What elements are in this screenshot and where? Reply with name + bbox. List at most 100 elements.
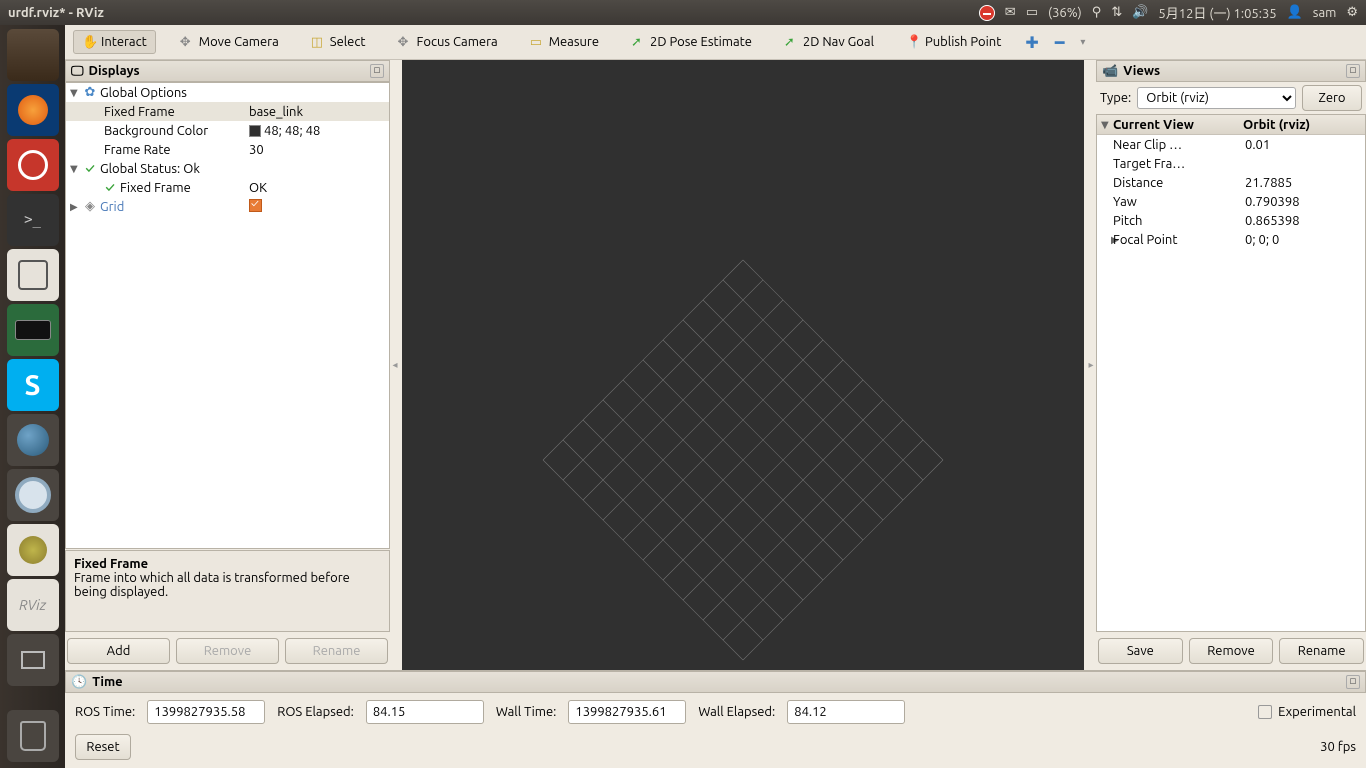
tree-global-status[interactable]: ▼✓ Global Status: Ok bbox=[66, 159, 389, 178]
user-icon[interactable]: 👤 bbox=[1287, 5, 1303, 20]
time-body: ROS Time: ROS Elapsed: Wall Time: Wall E… bbox=[65, 693, 1366, 730]
launcher-browser[interactable] bbox=[7, 414, 59, 466]
displays-close-button[interactable]: ▫ bbox=[370, 64, 384, 78]
fps-text: 30 fps bbox=[1320, 740, 1356, 754]
toolbar-remove-icon[interactable]: ━ bbox=[1055, 33, 1065, 52]
tree-bg-color[interactable]: Background Color 48; 48; 48 bbox=[66, 121, 389, 140]
launcher-system-monitor[interactable] bbox=[7, 304, 59, 356]
views-panel: 📹 Views ▫ Type: Orbit (rviz) Zero ▼ Curr… bbox=[1096, 60, 1366, 670]
tool-select[interactable]: ◫Select bbox=[303, 31, 374, 53]
time-panel-title[interactable]: 🕓 Time ▫ bbox=[65, 671, 1366, 693]
battery-icon[interactable]: ▭ bbox=[1026, 5, 1038, 20]
wall-time-field[interactable] bbox=[568, 700, 686, 724]
mail-icon[interactable]: ✉ bbox=[1005, 5, 1016, 20]
views-remove-button[interactable]: Remove bbox=[1189, 638, 1274, 664]
check-icon: ✓ bbox=[102, 181, 118, 195]
launcher-rviz[interactable] bbox=[7, 579, 59, 631]
tool-focus-camera[interactable]: ✥Focus Camera bbox=[390, 31, 506, 53]
views-row[interactable]: Pitch0.865398 bbox=[1097, 211, 1365, 230]
network-icon[interactable]: ⇅ bbox=[1111, 5, 1122, 20]
views-row[interactable]: Distance21.7885 bbox=[1097, 173, 1365, 192]
tree-ff-status[interactable]: ✓ Fixed Frame OK bbox=[66, 178, 389, 197]
tool-2d-nav[interactable]: ➚2D Nav Goal bbox=[776, 31, 882, 53]
launcher-firefox[interactable] bbox=[7, 84, 59, 136]
wall-elapsed-label: Wall Elapsed: bbox=[698, 705, 775, 719]
displays-rename-button[interactable]: Rename bbox=[285, 638, 388, 664]
select-icon: ◫ bbox=[311, 35, 325, 49]
displays-icon: 🖵 bbox=[71, 64, 84, 79]
views-type-label: Type: bbox=[1100, 91, 1131, 105]
ros-time-label: ROS Time: bbox=[75, 705, 135, 719]
camera-icon: 📹 bbox=[1102, 64, 1118, 79]
displays-remove-button[interactable]: Remove bbox=[176, 638, 279, 664]
pose-arrow-icon: ➚ bbox=[631, 35, 645, 49]
launcher-disc[interactable] bbox=[7, 524, 59, 576]
nav-arrow-icon: ➚ bbox=[784, 35, 798, 49]
tree-frame-rate[interactable]: Frame Rate 30 bbox=[66, 140, 389, 159]
grid-icon: ◈ bbox=[82, 199, 98, 214]
views-row[interactable]: Near Clip …0.01 bbox=[1097, 135, 1365, 154]
toolbar-dropdown-icon[interactable]: ▾ bbox=[1080, 36, 1085, 48]
displays-panel-title[interactable]: 🖵 Displays ▫ bbox=[65, 60, 390, 82]
alert-icon[interactable] bbox=[979, 5, 995, 21]
views-zero-button[interactable]: Zero bbox=[1302, 85, 1362, 111]
tool-move-camera[interactable]: ✥Move Camera bbox=[172, 31, 287, 53]
rviz-window: ✋Interact ✥Move Camera ◫Select ✥Focus Ca… bbox=[65, 25, 1366, 768]
views-close-button[interactable]: ▫ bbox=[1346, 64, 1360, 78]
views-save-button[interactable]: Save bbox=[1098, 638, 1183, 664]
views-rename-button[interactable]: Rename bbox=[1279, 638, 1364, 664]
3d-viewport[interactable] bbox=[402, 60, 1084, 670]
launcher-settings[interactable] bbox=[7, 139, 59, 191]
rviz-toolbar: ✋Interact ✥Move Camera ◫Select ✥Focus Ca… bbox=[65, 25, 1366, 60]
user-name[interactable]: sam bbox=[1313, 6, 1337, 20]
gear-icon[interactable]: ⚙ bbox=[1346, 5, 1358, 20]
reset-button[interactable]: Reset bbox=[75, 734, 131, 760]
time-close-button[interactable]: ▫ bbox=[1346, 675, 1360, 689]
displays-add-button[interactable]: Add bbox=[67, 638, 170, 664]
launcher-terminal[interactable] bbox=[7, 194, 59, 246]
drag-handle-right[interactable]: ▸ bbox=[1086, 60, 1096, 670]
views-tree-header: ▼ Current View Orbit (rviz) bbox=[1097, 115, 1365, 135]
views-tree[interactable]: ▼ Current View Orbit (rviz) Near Clip …0… bbox=[1096, 114, 1366, 632]
launcher-virtualbox[interactable] bbox=[7, 249, 59, 301]
toolbar-add-icon[interactable]: ✚ bbox=[1025, 33, 1038, 52]
focus-icon: ✥ bbox=[398, 35, 412, 49]
tool-publish-point[interactable]: 📍Publish Point bbox=[898, 31, 1009, 53]
launcher-trash[interactable] bbox=[7, 710, 59, 762]
battery-text: (36%) bbox=[1048, 6, 1082, 20]
drag-handle-left[interactable]: ◂ bbox=[390, 60, 400, 670]
grid-render bbox=[402, 60, 1084, 670]
views-panel-title[interactable]: 📹 Views ▫ bbox=[1096, 60, 1366, 82]
tool-interact[interactable]: ✋Interact bbox=[73, 30, 156, 54]
volume-icon[interactable]: 🔊 bbox=[1132, 5, 1148, 20]
experimental-checkbox[interactable] bbox=[1258, 705, 1272, 719]
check-icon: ✓ bbox=[82, 162, 98, 176]
views-type-select[interactable]: Orbit (rviz) bbox=[1137, 87, 1296, 109]
checkbox-checked[interactable] bbox=[249, 199, 262, 212]
ros-elapsed-field[interactable] bbox=[366, 700, 484, 724]
tree-global-options[interactable]: ▼✿ Global Options bbox=[66, 83, 389, 102]
clock-text[interactable]: 5月12日 (一) 1:05:35 bbox=[1158, 3, 1276, 22]
launcher-chromium[interactable] bbox=[7, 469, 59, 521]
views-row[interactable]: ▶Focal Point0; 0; 0 bbox=[1097, 230, 1365, 249]
system-menubar: urdf.rviz* - RViz ✉ ▭ (36%) ⚲ ⇅ 🔊 5月12日 … bbox=[0, 0, 1366, 25]
time-footer: Reset 30 fps bbox=[65, 730, 1366, 768]
ros-time-field[interactable] bbox=[147, 700, 265, 724]
launcher-skype[interactable] bbox=[7, 359, 59, 411]
tree-grid[interactable]: ▶◈ Grid bbox=[66, 197, 389, 216]
move-icon: ✥ bbox=[180, 35, 194, 49]
bluetooth-icon[interactable]: ⚲ bbox=[1092, 5, 1102, 20]
tool-2d-pose[interactable]: ➚2D Pose Estimate bbox=[623, 31, 760, 53]
views-row[interactable]: Yaw0.790398 bbox=[1097, 192, 1365, 211]
launcher-files[interactable] bbox=[7, 29, 59, 81]
displays-tree[interactable]: ▼✿ Global Options Fixed Frame base_link … bbox=[65, 82, 390, 549]
tool-measure[interactable]: ▭Measure bbox=[522, 31, 607, 53]
views-row[interactable]: Target Fra… bbox=[1097, 154, 1365, 173]
menubar-right: ✉ ▭ (36%) ⚲ ⇅ 🔊 5月12日 (一) 1:05:35 👤 sam … bbox=[979, 3, 1358, 22]
clock-icon: 🕓 bbox=[71, 675, 87, 690]
tree-fixed-frame[interactable]: Fixed Frame base_link bbox=[66, 102, 389, 121]
launcher-workspace[interactable] bbox=[7, 634, 59, 686]
gear-icon: ✿ bbox=[82, 85, 98, 100]
color-swatch bbox=[249, 125, 261, 137]
wall-elapsed-field[interactable] bbox=[787, 700, 905, 724]
